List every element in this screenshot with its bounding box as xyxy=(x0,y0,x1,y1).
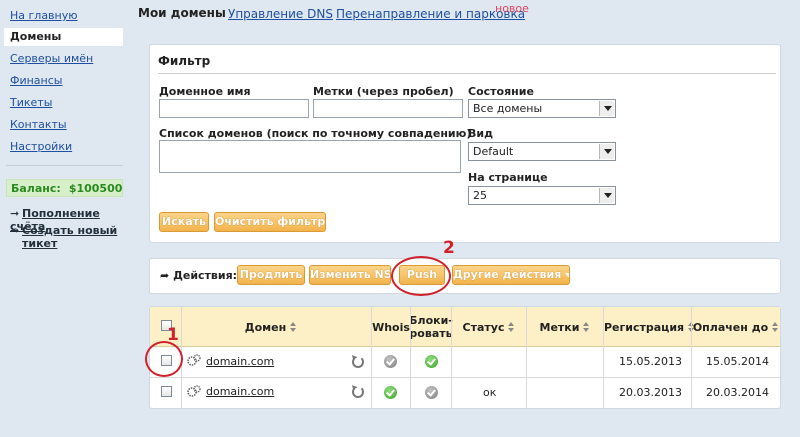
clear-filter-button[interactable]: Очистить фильтр xyxy=(214,212,326,232)
domain-name-label: Доменное имя xyxy=(159,85,251,98)
header-registration[interactable]: Регистрация xyxy=(604,307,694,347)
annotation-number-2: 2 xyxy=(443,238,455,258)
paid-until-cell: 20.03.2014 xyxy=(706,386,769,399)
balance-badge: Баланс: $100500 xyxy=(6,179,123,197)
sort-icon xyxy=(508,322,515,332)
domain-list-label: Список доменов (поиск по точному совпаде… xyxy=(159,127,472,140)
change-ns-button[interactable]: Изменить NS xyxy=(309,265,391,285)
refresh-icon[interactable] xyxy=(352,386,364,398)
chevron-down-icon xyxy=(599,101,614,116)
annotation-circle-2 xyxy=(391,256,451,296)
arrow-right-icon: ➞ xyxy=(10,224,20,237)
status-select[interactable]: Все домены xyxy=(468,99,616,118)
actions-label: ➦ Действия: xyxy=(160,269,238,282)
refresh-icon[interactable] xyxy=(352,356,364,368)
registration-cell: 20.03.2013 xyxy=(619,386,682,399)
sidebar-item-home[interactable]: На главную xyxy=(10,9,78,22)
header-tags[interactable]: Метки xyxy=(527,307,603,347)
domain-name-input[interactable] xyxy=(159,99,309,118)
tab-dns[interactable]: Управление DNS xyxy=(228,7,333,21)
other-actions-button[interactable]: Другие действия xyxy=(452,265,570,285)
per-page-select[interactable]: 25 xyxy=(468,186,616,205)
registration-cell: 15.05.2013 xyxy=(619,355,682,368)
domain-link[interactable]: domain.com xyxy=(206,385,274,398)
sidebar-item-settings[interactable]: Настройки xyxy=(10,140,72,153)
filter-title: Фильтр xyxy=(158,54,211,68)
sort-icon xyxy=(583,322,590,332)
renew-button[interactable]: Продлить xyxy=(237,265,305,285)
status-cell: ок xyxy=(483,386,497,399)
whois-status-icon[interactable] xyxy=(384,355,397,368)
balance-label: Баланс: xyxy=(11,182,61,195)
col-divider xyxy=(371,307,372,408)
chevron-down-icon xyxy=(565,272,569,278)
view-select[interactable]: Default xyxy=(468,142,616,161)
search-button[interactable]: Искать xyxy=(159,212,209,232)
status-select-value: Все домены xyxy=(473,102,543,115)
block-status-icon[interactable] xyxy=(425,355,438,368)
header-whois: Whois xyxy=(372,320,410,334)
sidebar-item-tickets[interactable]: Тикеты xyxy=(10,96,52,109)
sidebar-item-finance[interactable]: Финансы xyxy=(10,74,62,87)
sidebar-divider xyxy=(6,165,123,166)
view-select-value: Default xyxy=(473,145,514,158)
header-block: Блоки-ровать xyxy=(409,314,453,340)
domain-list-textarea[interactable] xyxy=(159,140,461,173)
chevron-down-icon xyxy=(599,144,614,159)
per-page-label: На странице xyxy=(468,171,548,184)
status-label: Состояние xyxy=(468,85,534,98)
annotation-number-1: 1 xyxy=(167,325,179,345)
sidebar-item-name-servers[interactable]: Серверы имён xyxy=(10,52,93,65)
sidebar-item-domains[interactable]: Домены xyxy=(4,28,123,46)
sidebar: На главную Домены Серверы имён Финансы Т… xyxy=(0,0,128,437)
tags-input[interactable] xyxy=(313,99,463,118)
arrow-right-icon: ➞ xyxy=(10,207,20,220)
share-arrow-icon: ➦ xyxy=(160,269,170,282)
header-status[interactable]: Статус xyxy=(452,307,526,347)
header-domain-cell[interactable]: Домен xyxy=(182,307,360,347)
chevron-down-icon xyxy=(599,188,614,203)
gears-icon xyxy=(187,385,201,397)
col-divider xyxy=(603,307,604,408)
tags-label: Метки (через пробел) xyxy=(313,85,454,98)
filter-divider xyxy=(158,73,776,74)
row-divider xyxy=(150,377,780,378)
gears-icon xyxy=(187,354,201,366)
sort-icon xyxy=(772,322,779,332)
new-badge: новое xyxy=(495,2,529,15)
domain-link[interactable]: domain.com xyxy=(206,355,274,368)
sidebar-item-contacts[interactable]: Контакты xyxy=(10,118,67,131)
balance-value: $100500 xyxy=(68,182,123,195)
col-divider xyxy=(451,307,452,408)
paid-until-cell: 15.05.2014 xyxy=(706,355,769,368)
per-page-select-value: 25 xyxy=(473,189,487,202)
header-paid-until[interactable]: Оплачен до xyxy=(692,307,780,347)
col-divider xyxy=(410,307,411,408)
sort-icon xyxy=(290,322,297,332)
whois-status-icon[interactable] xyxy=(384,386,397,399)
tab-my-domains[interactable]: Мои домены xyxy=(138,6,226,20)
new-ticket-link[interactable]: ➞ Создать новый тикет xyxy=(10,224,117,250)
row-checkbox[interactable] xyxy=(161,386,172,397)
col-divider xyxy=(691,307,692,408)
block-status-icon[interactable] xyxy=(425,386,438,399)
view-label: Вид xyxy=(468,127,493,140)
col-divider xyxy=(526,307,527,408)
annotation-circle-1 xyxy=(145,341,183,377)
